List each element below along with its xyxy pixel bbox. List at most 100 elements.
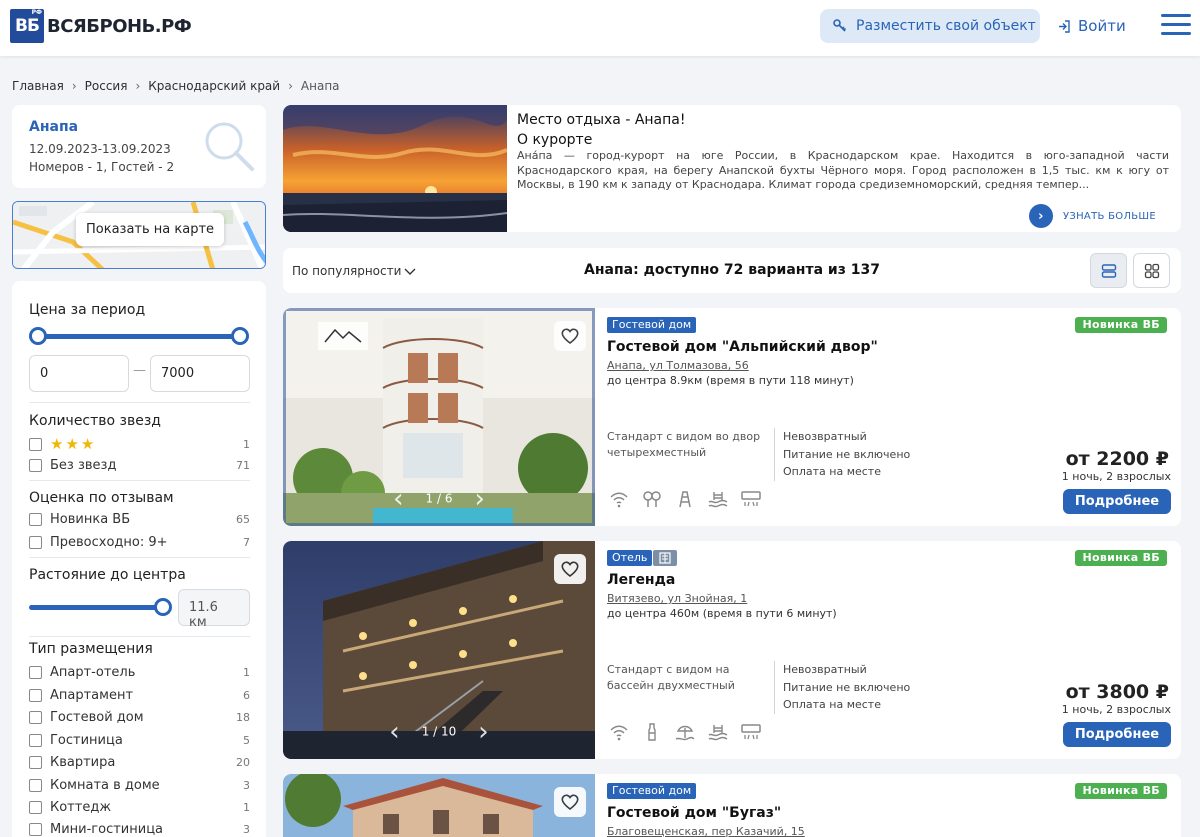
checkbox[interactable] xyxy=(29,513,42,526)
place-property-button[interactable]: Разместить свой объект xyxy=(820,9,1040,43)
breadcrumb-region[interactable]: Краснодарский край xyxy=(148,79,280,93)
filter-option-excellent[interactable]: Превосходно: 9+ 7 xyxy=(29,535,250,550)
grid-view-button[interactable] xyxy=(1133,253,1170,288)
favorite-button[interactable] xyxy=(554,787,586,817)
checkbox[interactable] xyxy=(29,536,42,549)
checkbox[interactable] xyxy=(29,666,42,679)
option-count: 7 xyxy=(243,536,250,549)
ac-icon xyxy=(741,491,761,507)
chevron-right-icon[interactable]: › xyxy=(1029,204,1053,228)
listing-address[interactable]: Витязево, ул Знойная, 1 xyxy=(607,592,747,605)
price-max-input[interactable]: 7000 xyxy=(150,355,250,392)
price-min-handle[interactable] xyxy=(29,327,47,345)
listing-photo[interactable]: ‹ 1 / 10 › xyxy=(283,541,595,759)
beach-icon xyxy=(675,725,695,741)
option-label: Гостевой дом xyxy=(50,710,144,725)
breadcrumb-current: Анапа xyxy=(300,79,340,93)
breadcrumb-country[interactable]: Россия xyxy=(85,79,128,93)
bottle-icon xyxy=(648,723,656,741)
menu-icon[interactable] xyxy=(1161,14,1191,38)
listing-stay-info: 1 ночь, 2 взрослых xyxy=(1061,470,1171,483)
condition-item: Питание не включено xyxy=(783,680,911,694)
filter-option-room[interactable]: Комната в доме 3 xyxy=(29,778,250,793)
checkbox[interactable] xyxy=(29,801,42,814)
chevron-left-icon[interactable]: ‹ xyxy=(393,484,403,514)
search-icon[interactable] xyxy=(202,119,258,175)
checkbox[interactable] xyxy=(29,689,42,702)
breadcrumb-home[interactable]: Главная xyxy=(12,79,64,93)
listing-card[interactable]: ‹ 1 / 10 › Отель Новинка ВБ Легенда Витязе… xyxy=(283,541,1181,759)
listing-name[interactable]: Гостевой дом "Бугаз" xyxy=(607,805,781,821)
search-dates: 12.09.2023-13.09.2023 xyxy=(29,142,171,156)
filter-option-apartment[interactable]: Апартамент 6 xyxy=(29,688,250,703)
list-view-button[interactable] xyxy=(1090,253,1127,288)
new-badge: Новинка ВБ xyxy=(1075,783,1167,799)
listing-address[interactable]: Благовещенская, пер Казачий, 15 xyxy=(607,825,805,837)
heart-icon xyxy=(561,561,579,578)
search-guests: Номеров - 1, Гостей - 2 xyxy=(29,160,175,174)
filter-option-new-vb[interactable]: Новинка ВБ 65 xyxy=(29,512,250,527)
details-button[interactable]: Подробнее xyxy=(1063,722,1171,747)
distance-range-track xyxy=(29,605,159,610)
checkbox[interactable] xyxy=(29,779,42,792)
listing-photo[interactable]: ‹ 1 / 6 › xyxy=(283,308,595,526)
listing-price: от 3800 ₽ xyxy=(1065,681,1169,703)
logo-text: ВСЯБРОНЬ.РФ xyxy=(47,15,192,37)
learn-more-link[interactable]: › УЗНАТЬ БОЛЬШЕ xyxy=(1029,204,1156,228)
checkbox[interactable] xyxy=(29,711,42,724)
photo-counter: 1 / 10 xyxy=(421,724,457,739)
photo-pager: ‹ 1 / 6 › xyxy=(283,484,595,514)
login-button[interactable]: Войти xyxy=(1057,17,1126,35)
hotel-icon xyxy=(653,550,677,566)
details-button[interactable]: Подробнее xyxy=(1063,489,1171,514)
option-label: Квартира xyxy=(50,755,116,770)
divider xyxy=(29,402,250,403)
chevron-right-icon[interactable]: › xyxy=(474,484,484,514)
favorite-button[interactable] xyxy=(554,554,586,584)
price-filter-title: Цена за период xyxy=(29,302,146,318)
property-type-tag: Отель xyxy=(607,550,653,566)
distance-value[interactable]: 11.6 км xyxy=(178,589,250,630)
map-preview[interactable]: Показать на карте xyxy=(12,201,266,269)
checkbox[interactable] xyxy=(29,437,42,451)
option-count: 18 xyxy=(236,711,250,724)
search-summary-card[interactable]: Анапа 12.09.2023-13.09.2023 Номеров - 1,… xyxy=(12,105,266,188)
filter-option-cottage[interactable]: Коттедж 1 xyxy=(29,800,250,815)
login-icon xyxy=(1059,19,1070,33)
new-badge: Новинка ВБ xyxy=(1075,550,1167,566)
price-max-handle[interactable] xyxy=(231,327,249,345)
filter-option-three-stars[interactable]: ★★★ 1 xyxy=(29,435,250,453)
playground-icon xyxy=(643,491,661,507)
listing-card[interactable]: ‹ 1 / 6 › Гостевой дом Новинка ВБ Гостевой… xyxy=(283,308,1181,526)
listing-address[interactable]: Анапа, ул Толмазова, 56 xyxy=(607,359,749,372)
price-min-input[interactable]: 0 xyxy=(29,355,129,392)
listing-name[interactable]: Гостевой дом "Альпийский двор" xyxy=(607,339,878,355)
option-label: Мини-гостиница xyxy=(50,822,164,837)
checkbox[interactable] xyxy=(29,459,42,472)
filter-option-apart-hotel[interactable]: Апарт-отель 1 xyxy=(29,665,250,680)
distance-handle[interactable] xyxy=(154,598,172,616)
top-header: ВБ РФ ВСЯБРОНЬ.РФ Разместить свой объект… xyxy=(0,0,1200,56)
checkbox[interactable] xyxy=(29,756,42,769)
resort-description: Ана́па — город-курорт на юге России, в К… xyxy=(517,149,1169,191)
favorite-button[interactable] xyxy=(554,321,586,351)
condition-item: Питание не включено xyxy=(783,447,911,461)
filter-option-guest-house[interactable]: Гостевой дом 18 xyxy=(29,710,250,725)
show-on-map-button[interactable]: Показать на карте xyxy=(76,213,225,246)
list-view-icon xyxy=(1101,263,1116,278)
chevron-left-icon[interactable]: ‹ xyxy=(389,717,399,747)
filter-option-no-stars[interactable]: Без звезд 71 xyxy=(29,458,250,473)
listing-stay-info: 1 ночь, 2 взрослых xyxy=(1061,703,1171,716)
filter-option-flat[interactable]: Квартира 20 xyxy=(29,755,250,770)
checkbox[interactable] xyxy=(29,734,42,747)
filter-option-mini-hotel[interactable]: Мини-гостиница 3 xyxy=(29,822,250,837)
chevron-right-icon[interactable]: › xyxy=(478,717,488,747)
listing-name[interactable]: Легенда xyxy=(607,572,675,588)
checkbox[interactable] xyxy=(29,823,42,836)
property-type-tag: Гостевой дом xyxy=(607,783,697,799)
option-label: Апарт-отель xyxy=(50,665,136,680)
listing-card[interactable]: Гостевой дом Новинка ВБ Гостевой дом "Бу… xyxy=(283,774,1181,837)
listing-photo[interactable] xyxy=(283,774,595,837)
filter-option-hotel[interactable]: Гостиница 5 xyxy=(29,733,250,748)
site-logo[interactable]: ВБ РФ ВСЯБРОНЬ.РФ xyxy=(10,9,192,43)
